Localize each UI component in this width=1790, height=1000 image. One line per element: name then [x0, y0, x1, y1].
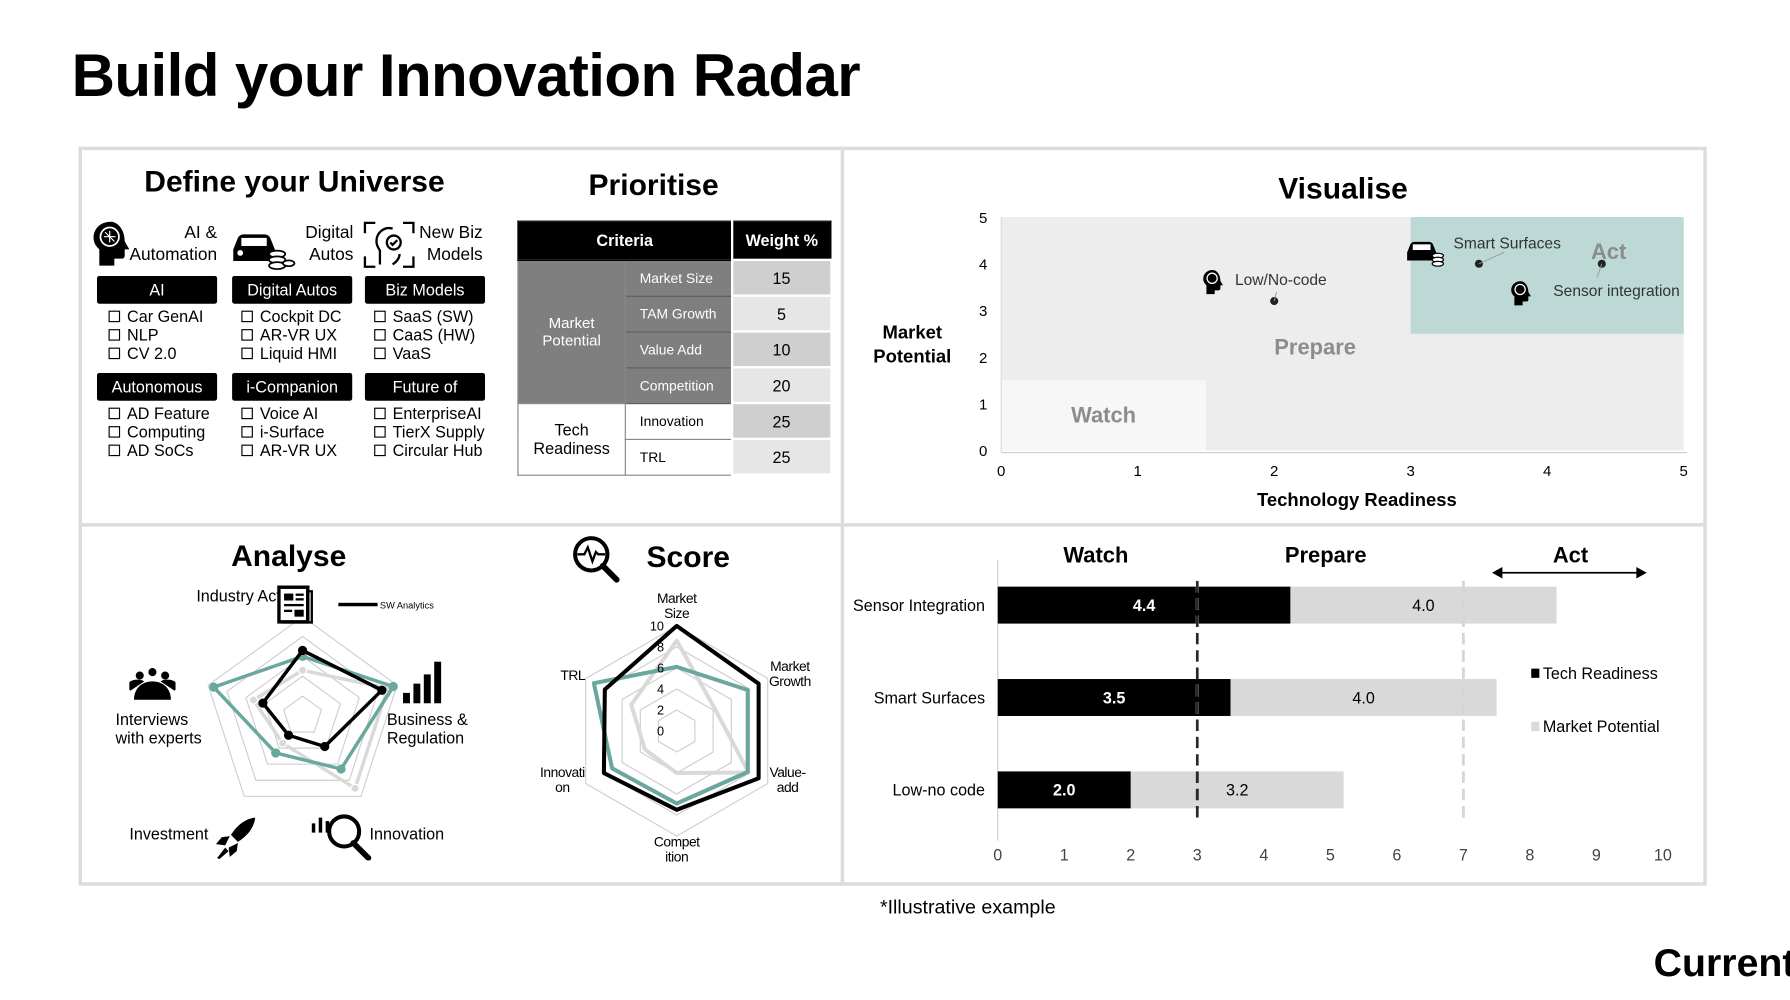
radar-series — [601, 623, 761, 812]
axis-label: Market — [770, 658, 810, 674]
radial-tick-label: 8 — [657, 641, 664, 655]
score-radar-chart: 0246810MarketSizeMarketGrowthValue-addCo… — [540, 590, 811, 865]
axis-label: on — [555, 779, 569, 795]
radar-grid-ring — [639, 688, 714, 774]
axis-label: Compet — [654, 833, 700, 849]
radial-tick-label: 10 — [650, 620, 664, 634]
radar-series — [591, 664, 750, 806]
axis-label: Innovati — [540, 764, 585, 780]
axis-label: Market — [657, 590, 697, 606]
axis-label: Size — [664, 605, 690, 621]
radial-tick-label: 4 — [657, 683, 664, 697]
radial-tick-label: 0 — [657, 725, 664, 739]
axis-label: Value- — [769, 764, 805, 780]
axis-label: add — [777, 779, 799, 795]
radial-tick-label: 2 — [657, 704, 664, 718]
radial-tick-label: 6 — [657, 662, 664, 676]
axis-label: ition — [665, 848, 688, 864]
axis-label: TRL — [560, 667, 586, 683]
brand-logo: Current — [1653, 941, 1790, 986]
footnote: *Illustrative example — [879, 896, 1056, 919]
axis-label: Growth — [769, 673, 811, 689]
